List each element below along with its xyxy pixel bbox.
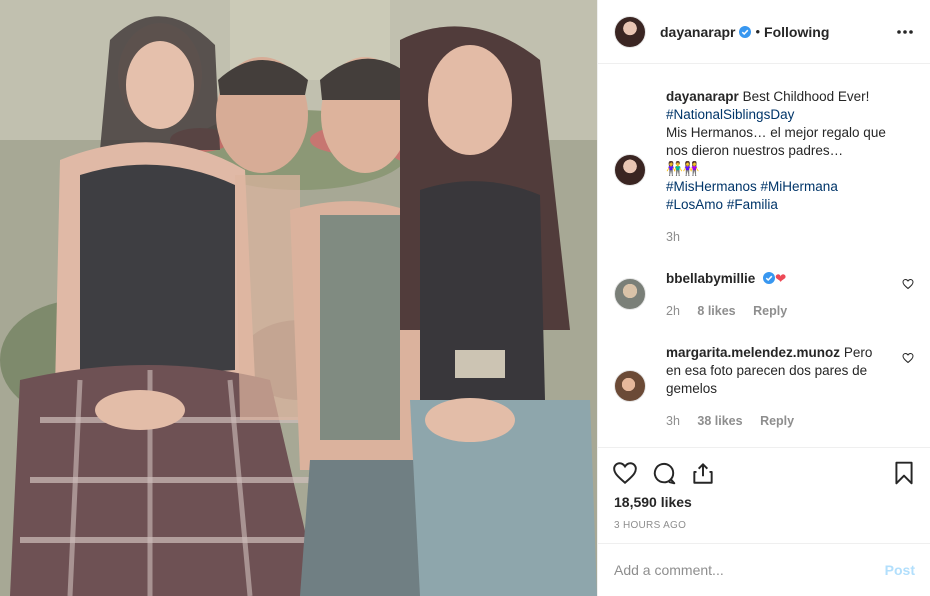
hashtag-familia[interactable]: #Familia: [727, 197, 778, 212]
verified-badge-icon: [739, 25, 752, 38]
photo-illustration: [0, 0, 597, 596]
comment-body: bbellabymillie ❤ 2h 8 likes Reply: [666, 270, 888, 320]
author-username[interactable]: dayanarapr: [660, 24, 735, 40]
caption-time[interactable]: 3h: [666, 230, 680, 244]
verified-badge-icon: [763, 272, 776, 284]
header-separator: •: [755, 24, 761, 39]
caption-body: dayanarapr Best Childhood Ever! #Nationa…: [666, 88, 888, 246]
caption-emoji: 👫👭: [666, 161, 700, 176]
comment-likes[interactable]: 8 likes: [697, 304, 735, 318]
instagram-post: dayanarapr • Following dayanarapr Best C…: [0, 0, 930, 596]
comment-input[interactable]: [614, 556, 874, 584]
comment-text: ❤: [775, 271, 787, 286]
more-horizontal-icon[interactable]: [895, 22, 915, 42]
hashtag-mihermana[interactable]: #MiHermana: [761, 179, 838, 194]
reply-button[interactable]: Reply: [760, 414, 794, 428]
comment-time[interactable]: 2h: [666, 304, 680, 318]
comment-like-heart-icon[interactable]: [902, 278, 914, 290]
caption-text-1: Best Childhood Ever!: [742, 89, 870, 104]
comment-body: margarita.melendez.munoz Pero en esa fot…: [666, 344, 888, 430]
hashtag-losamo[interactable]: #LosAmo: [666, 197, 723, 212]
comments-list[interactable]: dayanarapr Best Childhood Ever! #Nationa…: [598, 64, 930, 447]
post-header: dayanarapr • Following: [598, 0, 930, 64]
post-timestamp[interactable]: 3 HOURS AGO: [614, 520, 686, 531]
post-comment-button[interactable]: Post: [885, 562, 915, 578]
add-comment-bar: Post: [598, 543, 930, 596]
caption-avatar[interactable]: [614, 154, 646, 186]
author-avatar[interactable]: [614, 15, 646, 48]
comment-username[interactable]: margarita.melendez.munoz: [666, 345, 840, 360]
comment-username[interactable]: bbellabymillie: [666, 271, 755, 286]
caption-username[interactable]: dayanarapr: [666, 89, 739, 104]
hashtag-mishermanos[interactable]: #MisHermanos: [666, 179, 757, 194]
comment-time[interactable]: 3h: [666, 414, 680, 428]
likes-count[interactable]: 18,590 likes: [614, 494, 692, 510]
comment-icon[interactable]: [651, 460, 677, 486]
caption-text-2: Mis Hermanos… el mejor regalo que nos di…: [666, 125, 886, 158]
post-sidebar: dayanarapr • Following dayanarapr Best C…: [597, 0, 930, 596]
comment-like-heart-icon[interactable]: [902, 352, 914, 364]
bookmark-icon[interactable]: [891, 460, 917, 486]
reply-button[interactable]: Reply: [753, 304, 787, 318]
heart-icon[interactable]: [612, 460, 638, 486]
hashtag-nationalsiblingsday[interactable]: #NationalSiblingsDay: [666, 107, 794, 122]
share-icon[interactable]: [690, 460, 716, 486]
comment-avatar[interactable]: [614, 278, 646, 310]
following-button[interactable]: Following: [764, 24, 829, 40]
post-actions: 18,590 likes 3 HOURS AGO: [598, 447, 930, 543]
comment-avatar[interactable]: [614, 370, 646, 402]
post-photo[interactable]: [0, 0, 597, 596]
comment-likes[interactable]: 38 likes: [697, 414, 742, 428]
